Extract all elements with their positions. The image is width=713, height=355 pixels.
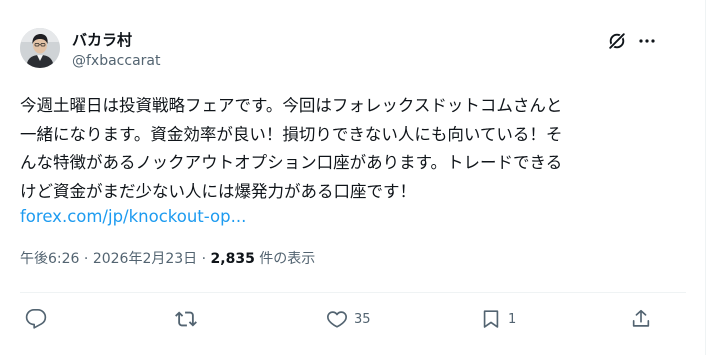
meta-separator: ·: [83, 251, 89, 267]
reply-icon: [25, 309, 47, 329]
post-text: 今週土曜日は投資戦略フェアです。今回はフォレックスドットコムさんと 一緒になりま…: [20, 96, 563, 201]
like-button[interactable]: 35: [326, 306, 371, 332]
reply-button[interactable]: [25, 306, 53, 332]
bookmark-icon: [483, 310, 499, 328]
share-icon: [632, 309, 650, 327]
more-icon[interactable]: [636, 30, 658, 52]
repost-icon: [175, 311, 197, 327]
post-link[interactable]: forex.com/jp/knockout-op...: [20, 205, 246, 229]
avatar-image: [20, 28, 60, 68]
repost-button[interactable]: [175, 306, 203, 332]
grok-icon[interactable]: [606, 30, 628, 52]
bookmark-count: 1: [508, 311, 517, 327]
views-count: 2,835: [210, 251, 255, 267]
share-button[interactable]: [630, 306, 652, 332]
post-date[interactable]: 2026年2月23日: [93, 251, 197, 267]
views-label: 件の表示: [259, 251, 316, 267]
display-name[interactable]: バカラ村: [72, 30, 132, 50]
meta-separator: ·: [201, 251, 207, 267]
bookmark-button[interactable]: 1: [480, 306, 516, 332]
like-count: 35: [354, 311, 371, 327]
divider: [20, 292, 686, 293]
avatar[interactable]: [20, 28, 60, 68]
post-meta: 午後6:26 · 2026年2月23日 · 2,835 件の表示: [20, 249, 315, 269]
post-time[interactable]: 午後6:26: [20, 251, 79, 267]
user-handle[interactable]: @fxbaccarat: [72, 51, 160, 71]
post-card: バカラ村 @fxbaccarat 今週土曜日は投資戦略フェアです。今回はフォレッ…: [0, 0, 706, 355]
heart-icon: [327, 311, 347, 328]
